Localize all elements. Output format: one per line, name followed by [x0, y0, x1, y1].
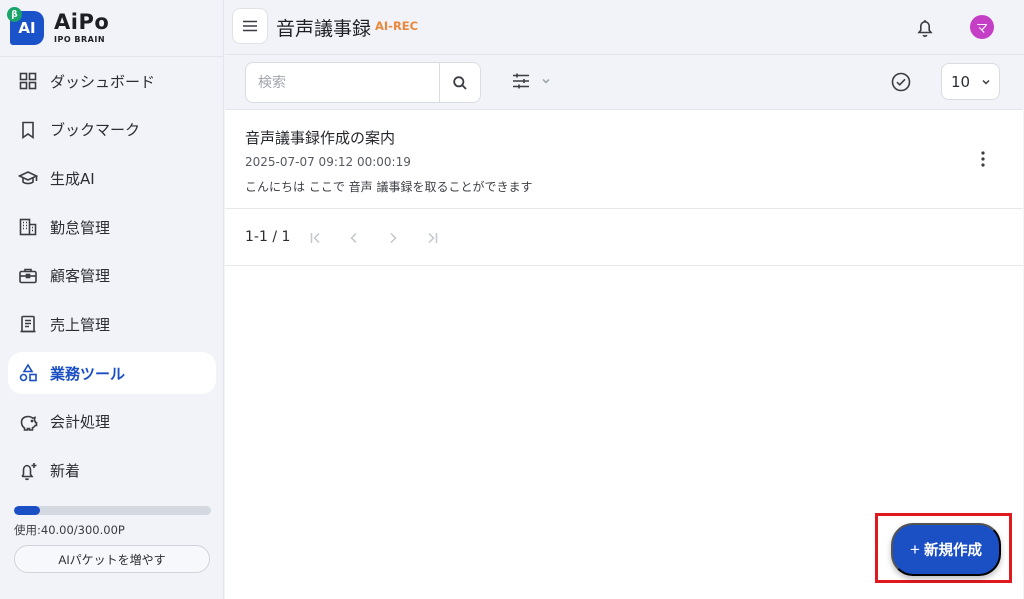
sidebar-item-label: 売上管理: [50, 315, 111, 334]
bookmark-icon: [22, 121, 34, 139]
search-input[interactable]: [246, 63, 439, 102]
chevron-right-icon: [390, 232, 397, 244]
usage-progress-fill: [14, 506, 41, 515]
top-header: 音声議事録 AI-REC マ: [225, 0, 1024, 55]
last-page-button[interactable]: [423, 229, 441, 247]
pagination-range: 1-1 / 1: [245, 229, 291, 245]
search-icon: [453, 75, 467, 90]
check-circle-icon: [891, 72, 911, 92]
sliders-icon: [513, 73, 529, 89]
create-new-label: 新規作成: [923, 543, 982, 559]
sidebar-item-sales[interactable]: 売上管理: [8, 303, 216, 345]
bell-icon: [917, 20, 933, 37]
sidebar-item-label: 会計処理: [50, 413, 111, 432]
chevron-down-icon: [982, 79, 990, 85]
sidebar-item-dashboard[interactable]: ダッシュボード: [8, 60, 216, 102]
menu-button[interactable]: [232, 8, 268, 44]
record-title: 音声議事録作成の案内: [245, 129, 396, 147]
usage-progress-bar: [14, 506, 211, 515]
first-page-button[interactable]: [307, 229, 325, 247]
sidebar-item-customers[interactable]: 顧客管理: [8, 255, 216, 297]
add-ai-packet-button[interactable]: AIパケットを増やす: [14, 545, 210, 573]
select-mode-button[interactable]: [890, 71, 912, 97]
list-toolbar: 10: [225, 56, 1023, 110]
record-meta: 2025-07-07 09:12 00:00:19: [245, 155, 411, 169]
per-page-value: 10: [951, 72, 971, 91]
chevron-left-icon: [350, 232, 357, 244]
record-description: こんにちは ここで 音声 議事録を取ることができます: [245, 180, 533, 194]
user-avatar[interactable]: マ: [970, 15, 994, 39]
sidebar-item-label: 新着: [50, 462, 81, 480]
search-button[interactable]: [439, 63, 480, 102]
notification-button[interactable]: [914, 16, 936, 38]
sidebar-item-accounting[interactable]: 会計処理: [8, 401, 216, 443]
sidebar-item-generative-ai[interactable]: 生成AI: [8, 157, 216, 199]
more-vertical-icon: [981, 151, 985, 167]
search-box: [245, 62, 481, 103]
graduation-cap-icon: [18, 171, 38, 185]
briefcase-icon: [19, 268, 37, 284]
beta-badge: β: [7, 7, 22, 22]
pagination: 1-1 / 1: [225, 210, 1023, 266]
sidebar-item-label: 勤怠管理: [50, 218, 111, 237]
hamburger-menu-icon: [243, 20, 257, 32]
filter-button[interactable]: [510, 70, 552, 92]
sidebar-divider: [0, 56, 224, 57]
create-new-button[interactable]: + 新規作成: [891, 523, 1001, 576]
next-page-button[interactable]: [384, 229, 402, 247]
sidebar-item-label: 顧客管理: [50, 267, 111, 286]
sidebar-item-label: 生成AI: [50, 169, 95, 188]
app-logo[interactable]: β AI AiPo IPO BRAIN: [7, 7, 110, 48]
receipt-icon: [20, 316, 36, 333]
sidebar-item-attendance[interactable]: 勤怠管理: [8, 206, 216, 248]
logo-mark-text: AI: [18, 19, 36, 37]
shapes-icon: [19, 363, 37, 382]
first-page-icon: [310, 232, 320, 244]
prev-page-button[interactable]: [345, 229, 363, 247]
piggy-bank-icon: [20, 415, 38, 431]
page-title: 音声議事録: [276, 18, 372, 40]
sidebar-nav: ダッシュボード ブックマーク 生成AI 勤怠管理 顧客管理 売上管理 業務ツール: [8, 60, 216, 498]
usage-text: 使用:40.00/300.00P: [14, 523, 125, 537]
per-page-select[interactable]: 10: [941, 63, 1000, 100]
page-badge: AI-REC: [375, 19, 419, 33]
sidebar-item-label: 業務ツール: [50, 364, 126, 383]
list-item[interactable]: 音声議事録作成の案内 2025-07-07 09:12 00:00:19 こんに…: [225, 111, 1023, 209]
app-name: AiPo: [54, 10, 110, 34]
sidebar: β AI AiPo IPO BRAIN ダッシュボード ブックマーク 生成AI …: [0, 0, 224, 599]
record-more-button[interactable]: [973, 147, 993, 171]
sidebar-item-bookmark[interactable]: ブックマーク: [8, 109, 216, 151]
sidebar-item-label: ダッシュボード: [50, 72, 156, 91]
sidebar-item-label: ブックマーク: [50, 121, 141, 140]
sidebar-item-business-tools[interactable]: 業務ツール: [8, 352, 216, 395]
logo-icon: β AI: [7, 7, 44, 45]
bell-plus-icon: [21, 462, 37, 480]
usage-meter: 使用:40.00/300.00P: [14, 506, 211, 538]
sidebar-item-news[interactable]: 新着: [8, 450, 216, 492]
dashboard-icon: [19, 72, 37, 90]
building-icon: [19, 218, 37, 236]
app-subtitle: IPO BRAIN: [54, 35, 106, 44]
last-page-icon: [428, 232, 438, 244]
chevron-down-icon: [542, 78, 550, 84]
plus-icon: +: [910, 539, 920, 559]
